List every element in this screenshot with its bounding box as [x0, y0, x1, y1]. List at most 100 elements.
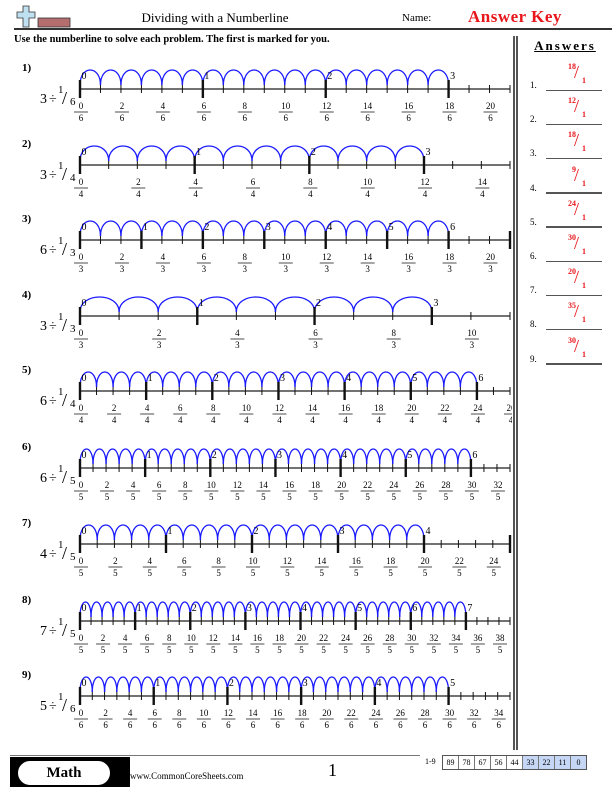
- answer-number: 6.: [530, 251, 537, 261]
- jump-arc: [432, 601, 445, 618]
- answer-row: 3. 18/1: [528, 128, 608, 162]
- tick-numerator: 12: [322, 101, 331, 111]
- problem: 3) 6 ÷ 1/3 0 0 3 2 3 1 4 3 2 6 3 8 3 3 10 3 4 12 3 14 3 5 16 3 6 18 3 2…: [0, 209, 512, 285]
- tick-numerator: 4: [235, 328, 240, 338]
- tick-fraction-label: 205: [334, 480, 349, 502]
- whole-number-label: 1: [155, 678, 160, 689]
- tick-fraction-label: 325: [490, 480, 505, 502]
- tick-denominator: 4: [193, 189, 198, 199]
- tick-denominator: 6: [103, 720, 108, 730]
- whole-number-label: 2: [204, 222, 209, 233]
- tick-denominator: 5: [457, 568, 462, 578]
- tick-denominator: 3: [157, 340, 162, 350]
- tick-fraction-label: 224: [437, 403, 452, 425]
- tick-denominator: 3: [313, 340, 318, 350]
- tick-numerator: 8: [177, 708, 182, 718]
- tick-fraction-label: 23: [114, 252, 129, 274]
- tick-denominator: 6: [177, 720, 182, 730]
- tick-fraction-label: 24: [131, 177, 146, 199]
- jump-arc: [196, 448, 211, 465]
- tick-fraction-label: 385: [492, 633, 507, 655]
- tick-fraction-label: 305: [464, 480, 479, 502]
- tick-numerator: 24: [473, 403, 483, 413]
- tick-fraction-label: 04: [74, 177, 88, 199]
- tick-denominator: 5: [209, 492, 214, 502]
- tick-numerator: 22: [363, 480, 372, 490]
- tick-denominator: 4: [79, 189, 84, 199]
- tick-numerator: 10: [363, 177, 373, 187]
- score-cell: 44: [506, 756, 522, 769]
- tick-fraction-label: 65: [177, 556, 192, 578]
- jump-arc: [120, 220, 143, 237]
- tick-fraction-label: 326: [467, 708, 482, 730]
- jump-arc: [386, 69, 409, 86]
- fraction-slash: /: [574, 164, 580, 185]
- score-table: 89 78 67 56 44 33 22 11 0: [442, 755, 587, 770]
- tick-fraction-label: 206: [483, 101, 498, 123]
- tick-denominator: 4: [178, 415, 183, 425]
- jump-arc: [113, 524, 133, 541]
- jump-arc: [239, 676, 253, 693]
- site-url[interactable]: www.CommonCoreSheets.com: [130, 771, 243, 781]
- jump-arc: [310, 371, 329, 388]
- tick-numerator: 34: [494, 708, 504, 718]
- tick-numerator: 10: [199, 708, 209, 718]
- jump-arc: [444, 448, 459, 465]
- tick-numerator: 20: [297, 633, 307, 643]
- tick-denominator: 6: [406, 113, 411, 123]
- tick-numerator: 22: [455, 556, 464, 566]
- jump-arc: [157, 296, 198, 313]
- tick-numerator: 4: [193, 177, 198, 187]
- tick-numerator: 16: [273, 708, 283, 718]
- tick-fraction-label: 205: [418, 556, 432, 578]
- tick-fraction-label: 184: [371, 403, 386, 425]
- jump-arc: [371, 524, 391, 541]
- whole-number-label: 3: [303, 678, 308, 689]
- tick-denominator: 5: [299, 645, 304, 655]
- jump-arc: [284, 69, 306, 86]
- tick-denominator: 5: [101, 645, 106, 655]
- tick-numerator: 28: [421, 708, 431, 718]
- tick-numerator: 6: [251, 177, 256, 187]
- tick-fraction-label: 164: [338, 403, 353, 425]
- whole-number-label: 5: [407, 450, 412, 461]
- tick-numerator: 2: [113, 556, 118, 566]
- tick-fraction-label: 123: [319, 252, 334, 274]
- jump-arc: [200, 601, 213, 618]
- tick-fraction-label: 26: [114, 101, 129, 123]
- whole-number-label: 4: [376, 678, 381, 689]
- tick-numerator: 6: [152, 708, 157, 718]
- jump-arc: [112, 371, 131, 388]
- jump-arc: [261, 371, 280, 388]
- score-cell: 67: [474, 756, 490, 769]
- tick-numerator: 14: [249, 708, 259, 718]
- tick-numerator: 20: [322, 708, 332, 718]
- jump-arc: [182, 524, 202, 541]
- tick-fraction-label: 05: [74, 480, 88, 502]
- jump-arc: [118, 296, 159, 313]
- instructions: Use the numberline to solve each problem…: [14, 34, 330, 45]
- whole-number-label: 2: [327, 71, 332, 82]
- tick-numerator: 22: [347, 708, 356, 718]
- whole-number-label: 1: [147, 450, 152, 461]
- jump-arc: [96, 524, 116, 541]
- tick-numerator: 24: [489, 556, 499, 566]
- name-value: Answer Key: [468, 7, 562, 26]
- jump-arc: [426, 371, 445, 388]
- tick-denominator: 5: [313, 492, 318, 502]
- tick-numerator: 10: [207, 480, 217, 490]
- tick-numerator: 18: [445, 101, 455, 111]
- whole-number-label: 3: [247, 603, 252, 614]
- jump-arc: [304, 220, 327, 237]
- tick-fraction-label: 85: [162, 633, 177, 655]
- tick-denominator: 6: [447, 720, 452, 730]
- tick-numerator: 0: [79, 480, 84, 490]
- tick-denominator: 3: [79, 264, 84, 274]
- tick-denominator: 5: [233, 645, 238, 655]
- jump-arc: [361, 676, 376, 693]
- answer-denominator: 1: [582, 315, 586, 325]
- tick-denominator: 5: [496, 492, 501, 502]
- tick-numerator: 0: [79, 708, 84, 718]
- jump-arc: [349, 676, 364, 693]
- header-divider: [14, 28, 612, 30]
